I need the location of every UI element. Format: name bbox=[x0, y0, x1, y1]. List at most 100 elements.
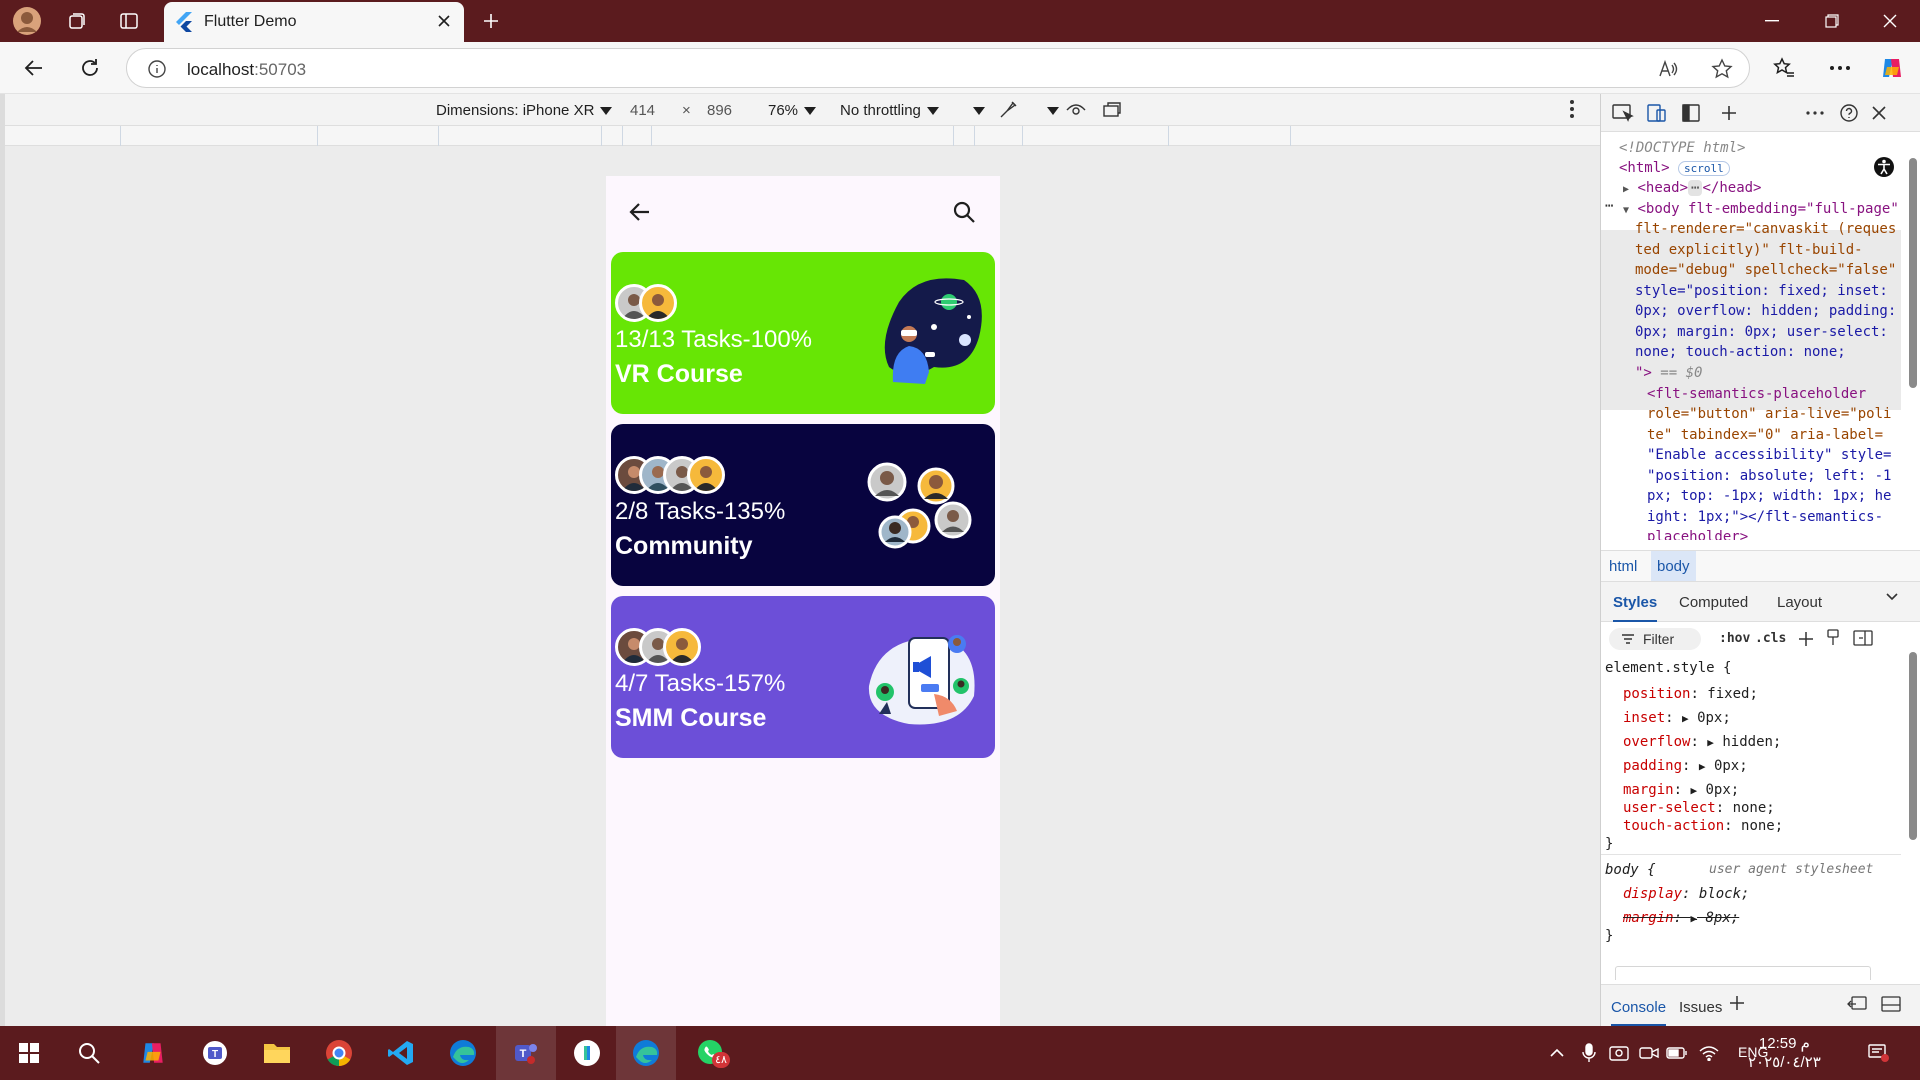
system-clock[interactable]: 12:59 م ٢٠٢٥/٠٤/٢٣ bbox=[1748, 1034, 1821, 1072]
tab-issues[interactable]: Issues bbox=[1679, 999, 1722, 1016]
wifi-icon[interactable] bbox=[1692, 1036, 1726, 1070]
chevron-down-icon[interactable] bbox=[1885, 592, 1899, 602]
refresh-icon[interactable] bbox=[76, 54, 104, 82]
expand-arrow-icon[interactable]: ▶ bbox=[1699, 760, 1706, 773]
new-tab-icon[interactable] bbox=[476, 6, 506, 36]
workspaces-icon[interactable] bbox=[62, 6, 92, 36]
scroll-badge[interactable]: scroll bbox=[1678, 161, 1730, 176]
course-card-smm[interactable]: 4/7 Tasks-157% SMM Course bbox=[611, 596, 995, 758]
style-property[interactable]: inset: ▶ 0px; bbox=[1623, 706, 1731, 731]
devtools-more-icon[interactable] bbox=[1803, 102, 1827, 124]
site-info-icon[interactable] bbox=[147, 59, 167, 79]
collapse-arrow-icon[interactable]: ▼ bbox=[1623, 205, 1629, 216]
chevron-up-icon[interactable] bbox=[1540, 1036, 1574, 1070]
read-aloud-icon[interactable] bbox=[1657, 58, 1679, 80]
tab-layout[interactable]: Layout bbox=[1777, 594, 1822, 611]
edge-icon[interactable] bbox=[446, 1036, 480, 1070]
expand-arrow-icon[interactable]: ▶ bbox=[1682, 712, 1689, 725]
tab-styles[interactable]: Styles bbox=[1613, 594, 1658, 622]
app-icon[interactable] bbox=[570, 1036, 604, 1070]
add-drawer-tab-icon[interactable] bbox=[1729, 995, 1745, 1011]
close-devtools-icon[interactable] bbox=[1867, 102, 1891, 124]
paint-brush-icon[interactable] bbox=[1825, 629, 1841, 647]
property-value[interactable]: hidden; bbox=[1722, 734, 1781, 750]
edge-active-icon[interactable] bbox=[616, 1026, 676, 1080]
chrome-icon[interactable] bbox=[322, 1036, 356, 1070]
restore-icon[interactable] bbox=[1802, 0, 1862, 42]
sidebar-toggle-icon[interactable] bbox=[1853, 630, 1873, 646]
start-windows-icon[interactable] bbox=[12, 1036, 46, 1070]
node-menu-ellipsis-icon[interactable]: ⋯ bbox=[1605, 196, 1613, 217]
more-options-icon[interactable] bbox=[1826, 54, 1854, 82]
capture-screenshot-icon[interactable] bbox=[1101, 99, 1123, 121]
dom-html-node[interactable]: <html> scroll bbox=[1619, 158, 1730, 180]
help-icon[interactable] bbox=[1837, 102, 1861, 124]
dom-head-node[interactable]: ▶ <head> ⋯ </head> bbox=[1623, 178, 1762, 201]
expand-arrow-icon[interactable]: ▶ bbox=[1623, 184, 1629, 195]
teams-icon[interactable]: T bbox=[198, 1036, 232, 1070]
breadcrumb-body[interactable]: body bbox=[1651, 551, 1696, 581]
tab-console[interactable]: Console bbox=[1611, 999, 1667, 1026]
throttling-select[interactable]: No throttling bbox=[840, 102, 939, 119]
property-value[interactable]: none; bbox=[1741, 818, 1783, 834]
url-field[interactable]: localhost:50703 bbox=[126, 48, 1750, 88]
style-property[interactable]: overflow: ▶ hidden; bbox=[1623, 730, 1781, 755]
close-window-icon[interactable] bbox=[1860, 0, 1920, 42]
zoom-select[interactable]: 76% bbox=[768, 102, 817, 119]
dom-doctype[interactable]: <!DOCTYPE html> bbox=[1619, 138, 1745, 159]
course-card-vr[interactable]: 13/13 Tasks-100% VR Course bbox=[611, 252, 995, 414]
tab-flutter-demo[interactable]: Flutter Demo bbox=[164, 2, 464, 42]
style-property[interactable]: touch-action: none; bbox=[1623, 814, 1783, 838]
styles-scrollbar[interactable] bbox=[1909, 652, 1917, 840]
more-tools-plus-icon[interactable] bbox=[1717, 102, 1741, 124]
vision-icon[interactable] bbox=[1065, 99, 1087, 121]
device-toolbar-toggle-icon[interactable] bbox=[1645, 102, 1669, 124]
camera-icon[interactable] bbox=[1602, 1036, 1636, 1070]
search-icon[interactable] bbox=[72, 1036, 106, 1070]
new-rule-plus-icon[interactable] bbox=[1797, 630, 1815, 648]
notifications-icon[interactable] bbox=[1862, 1036, 1896, 1070]
device-height-input[interactable]: 896 bbox=[707, 102, 732, 119]
device-width-input[interactable]: 414 bbox=[630, 102, 655, 119]
copilot-icon[interactable] bbox=[136, 1036, 170, 1070]
whatsapp-icon[interactable]: ٤٨ bbox=[694, 1036, 730, 1070]
file-explorer-icon[interactable] bbox=[260, 1036, 294, 1070]
device-toolbar-more-icon[interactable] bbox=[1569, 98, 1575, 120]
save-data-select[interactable] bbox=[967, 102, 985, 119]
favorite-star-icon[interactable] bbox=[1711, 58, 1733, 80]
accessibility-icon[interactable] bbox=[1871, 154, 1897, 180]
dom-semantics-line[interactable]: <flt-semantics-placeholder bbox=[1647, 384, 1866, 405]
microphone-icon[interactable] bbox=[1572, 1036, 1606, 1070]
device-dimensions-select[interactable]: Dimensions: iPhone XR bbox=[436, 102, 613, 119]
hov-toggle[interactable]: :hov bbox=[1719, 631, 1750, 646]
dock-side-icon[interactable] bbox=[1679, 102, 1703, 124]
filter-input[interactable]: Filter bbox=[1609, 628, 1701, 650]
collapsed-ellipsis-icon[interactable]: ⋯ bbox=[1688, 180, 1703, 196]
inspect-element-icon[interactable] bbox=[1611, 102, 1635, 124]
breadcrumb-html[interactable]: html bbox=[1609, 558, 1637, 575]
property-value[interactable]: 0px; bbox=[1697, 710, 1731, 726]
teams-work-icon[interactable]: T bbox=[496, 1026, 556, 1080]
sensors-icon[interactable] bbox=[997, 99, 1019, 121]
dock-drawer-icon[interactable] bbox=[1847, 996, 1867, 1012]
favorites-icon[interactable] bbox=[1770, 54, 1798, 82]
back-arrow-icon[interactable] bbox=[20, 54, 48, 82]
rotate-select[interactable] bbox=[1041, 102, 1059, 119]
app-back-arrow-icon[interactable] bbox=[628, 200, 652, 224]
vertical-tabs-icon[interactable] bbox=[114, 6, 144, 36]
battery-icon[interactable] bbox=[1660, 1036, 1694, 1070]
close-tab-icon[interactable] bbox=[434, 11, 454, 31]
property-value[interactable]: fixed; bbox=[1707, 686, 1758, 702]
style-property[interactable]: padding: ▶ 0px; bbox=[1623, 754, 1748, 779]
app-search-icon[interactable] bbox=[952, 200, 976, 224]
profile-avatar[interactable] bbox=[12, 6, 42, 36]
elements-scrollbar[interactable] bbox=[1909, 158, 1917, 388]
vscode-icon[interactable] bbox=[384, 1036, 418, 1070]
tab-computed[interactable]: Computed bbox=[1679, 594, 1748, 611]
minimize-icon[interactable] bbox=[1742, 0, 1802, 42]
expand-arrow-icon[interactable]: ▶ bbox=[1707, 736, 1714, 749]
close-drawer-icon[interactable] bbox=[1881, 996, 1901, 1012]
style-property[interactable]: position: fixed; bbox=[1623, 682, 1758, 706]
cls-toggle[interactable]: .cls bbox=[1755, 631, 1786, 646]
property-value[interactable]: 0px; bbox=[1714, 758, 1748, 774]
